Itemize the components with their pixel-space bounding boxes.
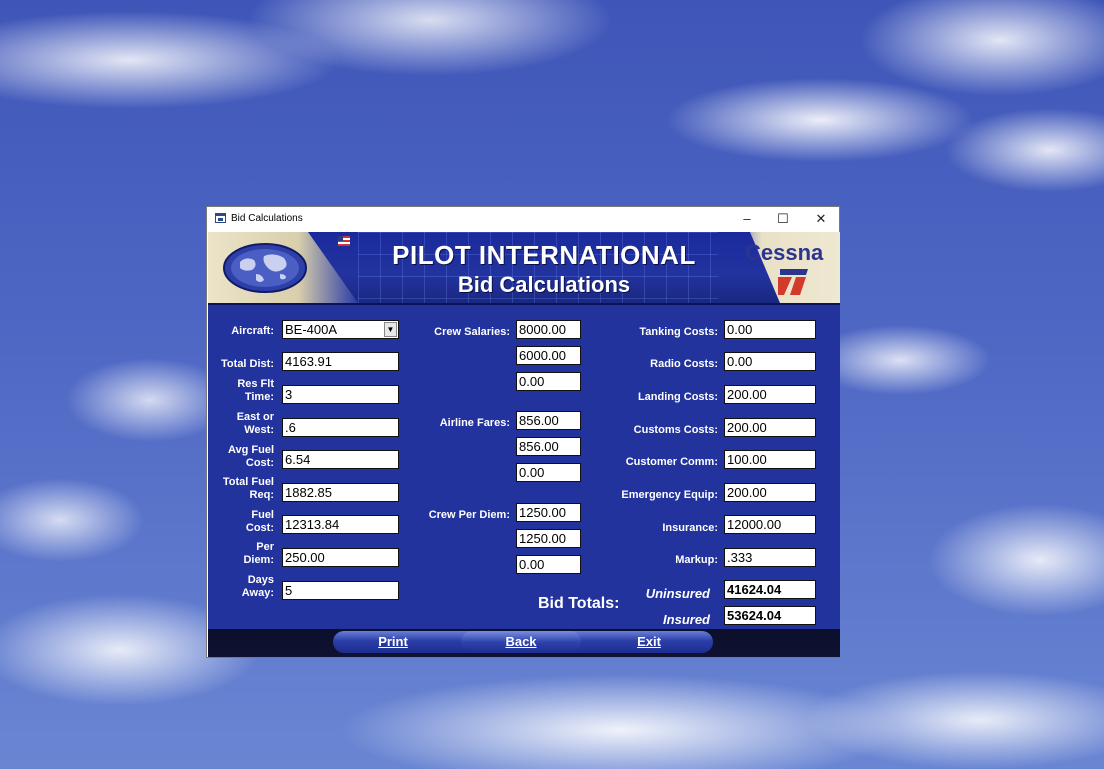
aircraft-select[interactable]: BE-400A ▼ [282, 320, 399, 339]
crew-per-diem-2-input[interactable]: 1250.00 [516, 529, 581, 548]
bid-totals-label: Bid Totals: [538, 595, 620, 612]
avg-fuel-cost-label: Avg Fuel Cost: [227, 444, 274, 469]
us-flag-icon [338, 236, 350, 246]
customs-costs-input[interactable]: 200.00 [724, 418, 816, 437]
crew-salaries-label: Crew Salaries: [434, 326, 510, 338]
markup-input[interactable]: .333 [724, 548, 816, 567]
tanking-costs-label: Tanking Costs: [639, 326, 718, 338]
maximize-button[interactable]: ☐ [765, 207, 801, 231]
aircraft-label: Aircraft: [231, 325, 274, 337]
customs-costs-label: Customs Costs: [633, 424, 718, 436]
insured-total: 53624.04 [724, 606, 816, 625]
per-diem-input[interactable]: 250.00 [282, 548, 399, 567]
brand-logo-text: Cessna [745, 240, 824, 265]
bid-calculations-window: Bid Calculations – ☐ ✕ PILOT INTERNATION… [206, 206, 840, 658]
fuel-cost-input[interactable]: 12313.84 [282, 515, 399, 534]
landing-costs-input[interactable]: 200.00 [724, 385, 816, 404]
cessna-logo-icon [778, 269, 808, 295]
insured-label: Insured [663, 612, 710, 627]
crew-per-diem-label: Crew Per Diem: [428, 509, 510, 521]
crew-salary-3-input[interactable]: 0.00 [516, 372, 581, 391]
header-banner: PILOT INTERNATIONAL Bid Calculations Ces… [208, 232, 840, 303]
button-bar: Print Back Exit [333, 631, 713, 653]
total-fuel-req-input[interactable]: 1882.85 [282, 483, 399, 502]
emergency-equip-input[interactable]: 200.00 [724, 483, 816, 502]
insurance-input[interactable]: 12000.00 [724, 515, 816, 534]
customer-comm-label: Customer Comm: [625, 456, 718, 468]
airline-fare-3-input[interactable]: 0.00 [516, 463, 581, 482]
window-title: Bid Calculations [231, 213, 303, 224]
crew-salary-2-input[interactable]: 6000.00 [516, 346, 581, 365]
title-bar[interactable]: Bid Calculations – ☐ ✕ [207, 207, 839, 231]
res-flt-time-input[interactable]: 3 [282, 385, 399, 404]
bid-form: Aircraft: BE-400A ▼ Total Dist: 4163.91 … [208, 303, 840, 629]
emergency-equip-label: Emergency Equip: [621, 489, 718, 501]
back-button[interactable]: Back [461, 631, 581, 653]
footer-bar: Print Back Exit [208, 629, 840, 657]
airline-fare-2-input[interactable]: 856.00 [516, 437, 581, 456]
customer-comm-input[interactable]: 100.00 [724, 450, 816, 469]
tanking-costs-input[interactable]: 0.00 [724, 320, 816, 339]
total-dist-label: Total Dist: [221, 358, 274, 370]
print-button[interactable]: Print [333, 631, 453, 653]
globe-logo-icon [223, 243, 307, 293]
avg-fuel-cost-input[interactable]: 6.54 [282, 450, 399, 469]
banner-subtitle: Bid Calculations [457, 272, 631, 297]
insurance-label: Insurance: [662, 522, 718, 534]
east-west-label: East or West: [236, 411, 274, 436]
dropdown-arrow-icon[interactable]: ▼ [384, 322, 397, 337]
radio-costs-input[interactable]: 0.00 [724, 352, 816, 371]
crew-per-diem-3-input[interactable]: 0.00 [516, 555, 581, 574]
uninsured-label: Uninsured [645, 586, 710, 601]
fuel-cost-label: Fuel Cost: [245, 509, 274, 534]
east-west-input[interactable]: .6 [282, 418, 399, 437]
banner-title: PILOT INTERNATIONAL [392, 240, 696, 270]
crew-per-diem-1-input[interactable]: 1250.00 [516, 503, 581, 522]
airline-fare-1-input[interactable]: 856.00 [516, 411, 581, 430]
days-away-label: Days Away: [241, 574, 274, 599]
total-fuel-req-label: Total Fuel Req: [222, 476, 274, 501]
minimize-button[interactable]: – [729, 207, 765, 231]
markup-label: Markup: [675, 554, 718, 566]
uninsured-total: 41624.04 [724, 580, 816, 599]
exit-button[interactable]: Exit [589, 631, 709, 653]
close-button[interactable]: ✕ [803, 207, 839, 231]
res-flt-time-label: Res Flt Time: [237, 378, 274, 403]
per-diem-label: Per Diem: [243, 541, 274, 566]
crew-salary-1-input[interactable]: 8000.00 [516, 320, 581, 339]
days-away-input[interactable]: 5 [282, 581, 399, 600]
landing-costs-label: Landing Costs: [637, 391, 718, 403]
airline-fares-label: Airline Fares: [439, 417, 510, 429]
total-dist-input[interactable]: 4163.91 [282, 352, 399, 371]
app-icon [215, 213, 226, 223]
radio-costs-label: Radio Costs: [650, 358, 718, 370]
